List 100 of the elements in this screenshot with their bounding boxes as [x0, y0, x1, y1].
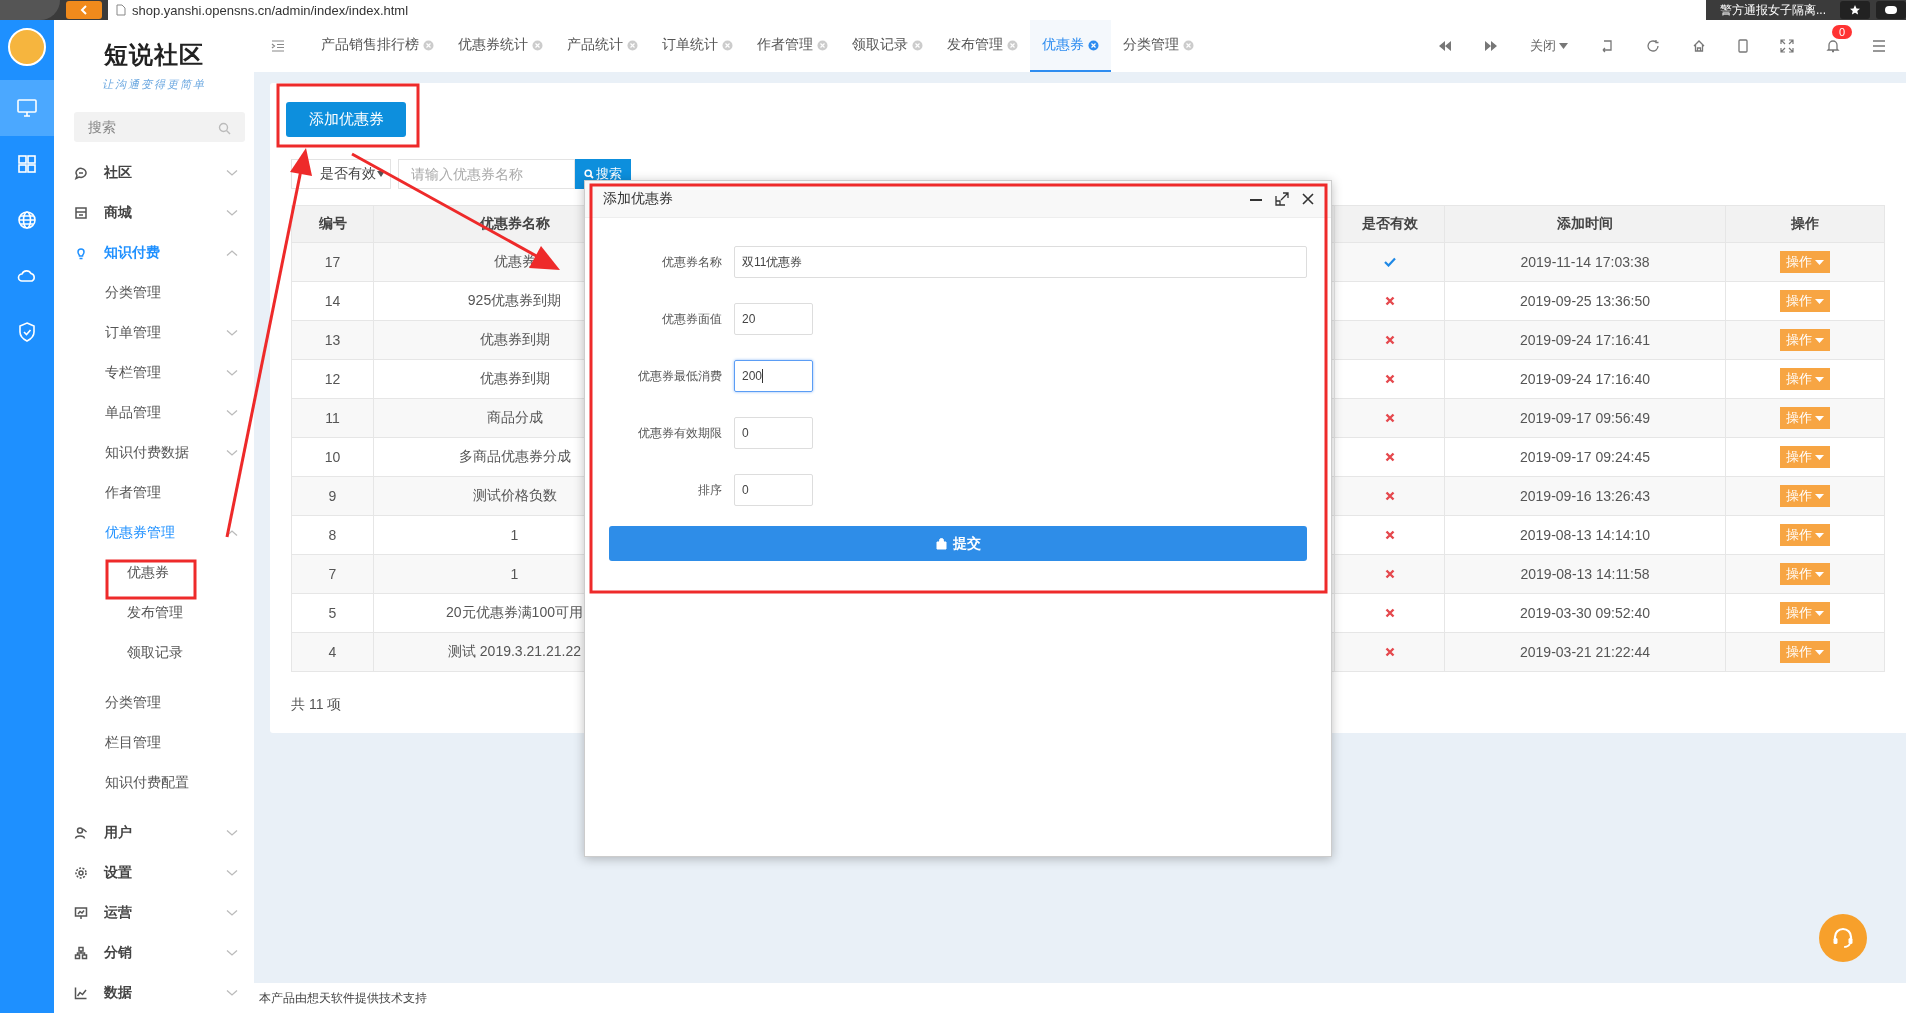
caret-icon: [1815, 259, 1824, 265]
input-field[interactable]: 0: [734, 417, 813, 449]
refresh-icon[interactable]: [1646, 39, 1660, 53]
table-cell: 13: [292, 321, 374, 360]
gear-icon: [74, 866, 88, 880]
tab[interactable]: 发布管理: [935, 20, 1030, 72]
submenu-item[interactable]: 优惠券: [54, 553, 254, 593]
shop-icon: [74, 206, 88, 220]
home-icon[interactable]: [1692, 39, 1706, 53]
table-cell: 17: [292, 243, 374, 282]
tab[interactable]: 产品统计: [555, 20, 650, 72]
table-cell: 2019-09-24 17:16:41: [1445, 321, 1726, 360]
return-icon[interactable]: [1600, 39, 1614, 53]
caret-icon: [1815, 649, 1824, 655]
table-cell: 2019-03-21 21:22:44: [1445, 633, 1726, 672]
caret-icon: [1815, 376, 1824, 382]
chat-icon: [74, 166, 88, 180]
phone-icon[interactable]: [1738, 39, 1748, 53]
close-icon[interactable]: [1301, 192, 1315, 206]
submenu-item[interactable]: 分类管理: [54, 683, 254, 723]
input-field[interactable]: 0: [734, 474, 813, 506]
submenu-item[interactable]: 知识付费数据: [54, 433, 254, 473]
menu-item[interactable]: 设置: [54, 853, 254, 893]
search-icon: [584, 169, 594, 179]
submenu-item[interactable]: 作者管理: [54, 473, 254, 513]
page-icon: [116, 4, 126, 16]
maximize-icon[interactable]: [1275, 192, 1289, 206]
caret-icon: [1815, 493, 1824, 499]
menu-item[interactable]: 分销: [54, 933, 254, 973]
pill-icon: [1884, 5, 1898, 15]
submenu-item[interactable]: 单品管理: [54, 393, 254, 433]
caret-icon: [1815, 454, 1824, 460]
menu-icon[interactable]: [1872, 40, 1886, 52]
add-coupon-button[interactable]: 添加优惠券: [286, 102, 406, 137]
table-cell: 9: [292, 477, 374, 516]
search-icon: [218, 121, 231, 135]
field-label: 排序: [697, 481, 722, 499]
submenu-item[interactable]: 订单管理: [54, 313, 254, 353]
table-cell: 7: [292, 555, 374, 594]
submenu-item[interactable]: 栏目管理: [54, 723, 254, 763]
submenu-item[interactable]: 发布管理: [54, 593, 254, 633]
table-cell: 2019-08-13 14:11:58: [1445, 555, 1726, 594]
star-button[interactable]: [1840, 1, 1870, 19]
address-field[interactable]: shop.yanshi.opensns.cn/admin/index/index.html: [108, 0, 1706, 20]
caret-icon: [1815, 298, 1824, 304]
submenu-item[interactable]: 领取记录: [54, 633, 254, 673]
menu-item[interactable]: 社区: [54, 153, 254, 193]
caret-icon: [1815, 415, 1824, 421]
avatar[interactable]: [8, 28, 46, 66]
input-field[interactable]: 20: [734, 303, 813, 335]
tree-icon: [74, 946, 88, 960]
menu-item[interactable]: 商城: [54, 193, 254, 233]
caret-icon: [1815, 610, 1824, 616]
search-field[interactable]: 搜索: [74, 111, 245, 142]
back-button[interactable]: [66, 1, 102, 19]
tab[interactable]: 订单统计: [650, 20, 745, 72]
tab[interactable]: 分类管理: [1111, 20, 1206, 72]
field-label: 优惠券名称: [661, 253, 722, 271]
dialog-title: 添加优惠券: [603, 190, 673, 208]
submenu-item[interactable]: 分类管理: [54, 273, 254, 313]
caret-icon: [377, 171, 385, 177]
submenu-item[interactable]: 专栏管理: [54, 353, 254, 393]
news-link[interactable]: 警方通报女子隔离...: [1712, 1, 1834, 19]
tab[interactable]: 领取记录: [840, 20, 935, 72]
table-cell: 2019-11-14 17:03:38: [1445, 243, 1726, 282]
tab[interactable]: 作者管理: [745, 20, 840, 72]
input-field[interactable]: 双11优惠券: [734, 246, 1307, 278]
footer-text: 本产品由想天软件提供技术支持: [259, 989, 427, 1007]
fullscreen-icon[interactable]: [1780, 39, 1794, 53]
star-icon: [1849, 4, 1861, 16]
bell-icon[interactable]: [1826, 39, 1840, 53]
brand-slogan: 让沟通变得更简单: [102, 77, 206, 93]
notification-count: 0: [1832, 25, 1853, 39]
caret-icon: [1815, 337, 1824, 343]
field-label: 优惠券面值: [661, 310, 722, 328]
rewind-icon[interactable]: [1438, 40, 1452, 52]
close-menu-dropdown[interactable]: 关闭: [1530, 37, 1568, 55]
table-cell: 11: [292, 399, 374, 438]
bulb-icon: [74, 246, 88, 260]
menu-item[interactable]: 数据: [54, 973, 254, 1013]
tab[interactable]: 优惠券统计: [446, 20, 555, 72]
user-icon: [74, 826, 88, 840]
table-cell: 2019-09-17 09:56:49: [1445, 399, 1726, 438]
bag-icon: [935, 537, 947, 550]
submenu-item[interactable]: 知识付费配置: [54, 763, 254, 803]
board-icon: [74, 906, 88, 920]
input-field[interactable]: 200: [734, 360, 813, 392]
menu-item[interactable]: 用户: [54, 813, 254, 853]
menu-item[interactable]: 运营: [54, 893, 254, 933]
extension-button[interactable]: [1876, 1, 1906, 19]
table-cell: 2019-09-16 13:26:43: [1445, 477, 1726, 516]
total-count: 共 11 项: [291, 696, 343, 714]
brand-name: 短说社区: [104, 40, 204, 71]
chart-icon: [74, 986, 88, 1000]
collapse-menu-icon[interactable]: [271, 40, 285, 52]
table-cell: 4: [292, 633, 374, 672]
tab[interactable]: 产品销售排行榜: [309, 20, 446, 72]
fast-forward-icon[interactable]: [1484, 40, 1498, 52]
coupon-search-field[interactable]: 请输入优惠券名称: [398, 159, 575, 189]
caret-icon: [1559, 43, 1568, 49]
